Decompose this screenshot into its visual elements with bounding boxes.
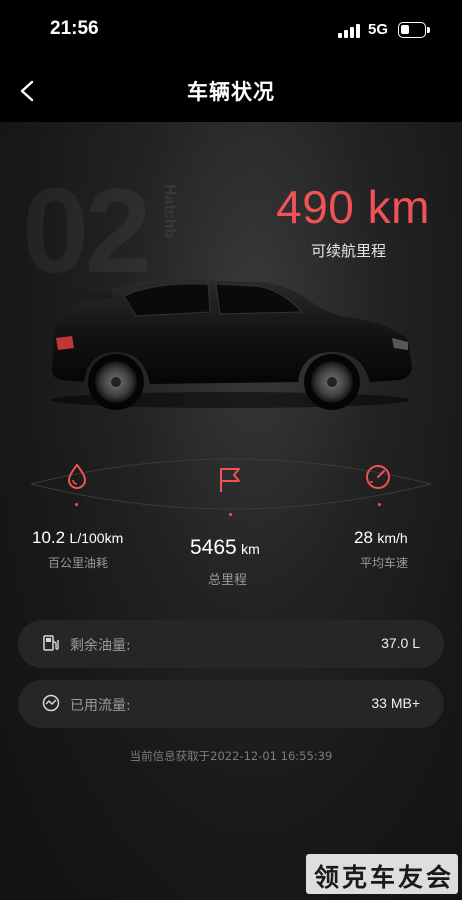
- status-bar: 21:56 5G: [0, 0, 462, 60]
- watermark: 领克车友会: [306, 854, 458, 894]
- vehicle-status-panel: 02 Hatchb 490 km 可续航里程 10.2 L/100km 百公里油…: [0, 122, 462, 900]
- range-value: 490 km: [276, 181, 430, 233]
- data-usage-label: 已用流量:: [70, 698, 131, 714]
- speedometer-icon: [366, 465, 390, 489]
- range-label: 可续航里程: [310, 242, 386, 260]
- data-usage-icon: [42, 694, 60, 712]
- watermark-text: 领克车友会: [314, 863, 455, 892]
- model-background-subtext: Hatchb: [161, 184, 178, 239]
- battery-icon: [398, 22, 430, 38]
- total-mileage-value: 5465 km: [190, 536, 260, 559]
- stat-dot: [378, 503, 381, 506]
- total-mileage-label: 总里程: [208, 573, 248, 588]
- flag-icon: [220, 468, 240, 492]
- fuel-pump-icon: [43, 635, 59, 651]
- network-type: 5G: [368, 21, 389, 38]
- fuel-consumption-label: 百公里油耗: [48, 556, 109, 570]
- last-updated-text: 当前信息获取于2022-12-01 16:55:39: [129, 749, 333, 763]
- status-time: 21:56: [50, 18, 99, 39]
- data-usage-card: 已用流量: 33 MB+: [18, 680, 444, 728]
- stat-dot: [75, 503, 78, 506]
- average-speed-label: 平均车速: [360, 556, 409, 570]
- car-image: [50, 279, 412, 410]
- fuel-drop-icon: [67, 463, 87, 489]
- remaining-fuel-label: 剩余油量:: [70, 638, 131, 654]
- stat-dot: [229, 513, 232, 516]
- fuel-consumption-value: 10.2 L/100km: [32, 528, 124, 547]
- data-usage-value: 33 MB+: [371, 695, 420, 711]
- average-speed-value: 28 km/h: [354, 528, 408, 547]
- nav-bar: 车辆状况: [0, 60, 462, 122]
- cellular-signal-icon: [338, 24, 362, 38]
- page-title: 车辆状况: [187, 80, 275, 104]
- remaining-fuel-value: 37.0 L: [381, 635, 420, 651]
- remaining-fuel-card: 剩余油量: 37.0 L: [18, 620, 444, 668]
